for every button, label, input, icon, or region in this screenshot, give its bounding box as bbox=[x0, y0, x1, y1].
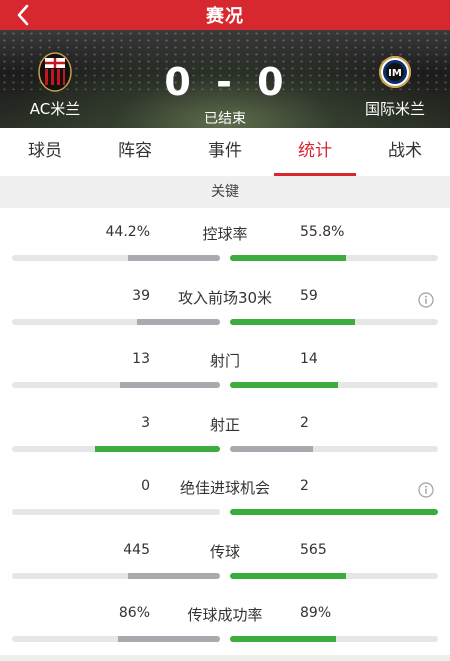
info-icon[interactable] bbox=[418, 482, 434, 498]
home-bar-track bbox=[12, 255, 220, 261]
home-bar-fill bbox=[128, 572, 220, 579]
stat-row: 86% 传球成功率 89% bbox=[0, 589, 450, 653]
stat-label: 攻入前场30米 bbox=[177, 288, 273, 307]
away-bar-track bbox=[230, 318, 438, 325]
away-stat-value: 59 bbox=[300, 287, 318, 304]
home-bar-track bbox=[12, 572, 220, 579]
home-bar-fill bbox=[137, 318, 220, 325]
home-stat-value: 44.2% bbox=[105, 224, 150, 240]
home-bar-track bbox=[12, 382, 220, 388]
home-bar-fill bbox=[128, 255, 220, 261]
home-stat-value: 0 bbox=[141, 478, 150, 494]
away-bar-fill bbox=[230, 572, 347, 579]
home-bar-track bbox=[12, 509, 220, 515]
home-stat-value: 86% bbox=[118, 605, 150, 621]
away-stat-value: 55.8% bbox=[300, 224, 345, 240]
away-bar-fill bbox=[230, 318, 356, 325]
away-bar-fill bbox=[230, 509, 438, 515]
home-bar-fill bbox=[95, 445, 220, 452]
away-bar-track bbox=[230, 445, 438, 452]
tab-events[interactable]: 事件 bbox=[180, 128, 270, 176]
stat-row: 44.2% 控球率 55.8% bbox=[0, 208, 450, 272]
stat-label: 传球 bbox=[209, 542, 240, 561]
stat-label: 传球成功率 bbox=[187, 606, 263, 624]
info-icon[interactable] bbox=[418, 291, 434, 308]
away-team-name: 国际米兰 bbox=[364, 100, 425, 118]
home-bar-track bbox=[12, 318, 220, 325]
away-stat-value: 2 bbox=[300, 478, 309, 494]
stat-row: 0 绝佳进球机会 2 bbox=[0, 462, 450, 526]
away-bar-track bbox=[230, 382, 438, 388]
away-bar-track bbox=[230, 255, 438, 261]
section-header-key-stats: 关键 bbox=[0, 176, 450, 208]
home-score: 0 bbox=[164, 60, 193, 104]
inter-milan-crest-icon: IM bbox=[378, 52, 412, 92]
home-stat-value: 39 bbox=[132, 287, 150, 304]
away-bar-fill bbox=[230, 636, 336, 642]
home-stat-value: 445 bbox=[123, 541, 150, 558]
tab-lineup[interactable]: 阵容 bbox=[90, 128, 180, 176]
home-bar-fill bbox=[119, 382, 220, 388]
bottom-divider bbox=[0, 655, 450, 661]
away-bar-fill bbox=[230, 382, 338, 388]
stat-row: 39 攻入前场30米 59 bbox=[0, 272, 450, 336]
home-stat-value: 13 bbox=[132, 351, 150, 367]
home-stat-value: 3 bbox=[141, 414, 150, 431]
stat-row: 3 射正 2 bbox=[0, 399, 450, 463]
home-bar-fill bbox=[117, 636, 220, 642]
stats-list: 44.2% 控球率 55.8% 39 攻入前场30米 59 13 射门 14 3 射正 2 0 绝佳进球机… bbox=[0, 208, 450, 653]
page-title: 赛况 bbox=[206, 6, 244, 27]
tab-bar: 球员 阵容 事件 统计 战术 bbox=[0, 128, 450, 176]
svg-text:IM: IM bbox=[388, 68, 402, 79]
away-team[interactable]: IM 国际米兰 bbox=[340, 52, 450, 119]
away-stat-value: 565 bbox=[300, 541, 327, 558]
away-bar-fill bbox=[230, 255, 347, 261]
home-bar-track bbox=[12, 636, 220, 642]
stat-row: 13 射门 14 bbox=[0, 335, 450, 399]
match-scoreboard: AC米兰 0 - 0 已结束 IM 国际米兰 bbox=[0, 30, 450, 128]
home-bar-track bbox=[12, 445, 220, 452]
tab-statistics[interactable]: 统计 bbox=[270, 128, 360, 176]
away-stat-value: 14 bbox=[300, 351, 318, 367]
stat-label: 绝佳进球机会 bbox=[179, 479, 270, 497]
away-bar-track bbox=[230, 509, 438, 515]
away-score: 0 bbox=[257, 60, 286, 104]
stat-label: 射门 bbox=[209, 352, 240, 370]
stat-row: 445 传球 565 bbox=[0, 526, 450, 590]
stat-label: 控球率 bbox=[202, 225, 248, 243]
top-navigation-bar: 赛况 bbox=[0, 0, 450, 30]
tab-tactics[interactable]: 战术 bbox=[360, 128, 450, 176]
away-bar-track bbox=[230, 572, 438, 579]
away-stat-value: 89% bbox=[300, 605, 332, 621]
score-separator: - bbox=[216, 60, 234, 104]
away-bar-track bbox=[230, 636, 438, 642]
stat-label: 射正 bbox=[209, 415, 240, 434]
tab-players[interactable]: 球员 bbox=[0, 128, 90, 176]
away-bar-fill bbox=[230, 445, 314, 452]
away-stat-value: 2 bbox=[300, 414, 309, 431]
